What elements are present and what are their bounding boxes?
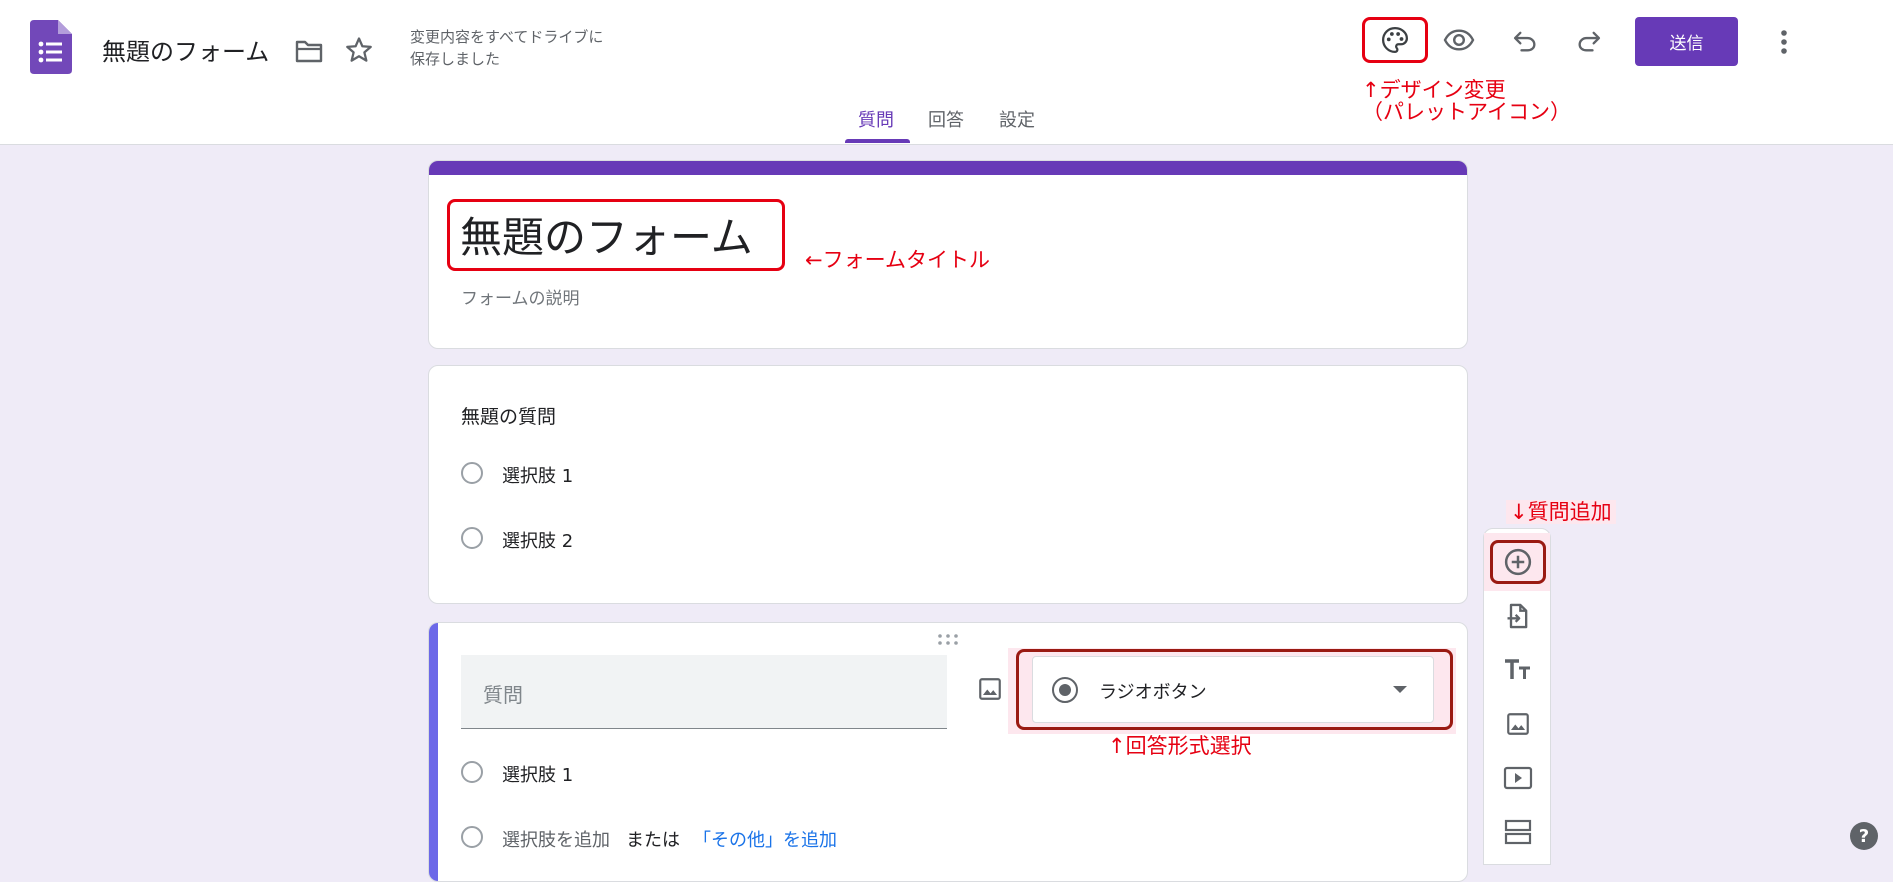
radio-add-option	[461, 826, 483, 848]
add-video-icon[interactable]	[1500, 760, 1536, 796]
undo-icon[interactable]	[1507, 23, 1543, 59]
add-image-to-question-icon[interactable]	[972, 671, 1008, 707]
or-text: または	[626, 830, 680, 851]
import-questions-icon[interactable]	[1500, 598, 1536, 634]
document-title[interactable]: 無題のフォーム	[102, 32, 269, 67]
palette-icon[interactable]	[1377, 22, 1413, 58]
form-title-highlight-box	[447, 199, 785, 271]
option-1-label: 選択肢 1	[502, 466, 574, 487]
option-2-label: 選択肢 2	[502, 531, 574, 552]
question-title-input[interactable]: 質問	[461, 655, 947, 729]
radio-option-q2-1[interactable]	[461, 761, 483, 783]
q2-option-1-label: 選択肢 1	[502, 765, 574, 786]
send-button[interactable]: 送信	[1635, 17, 1738, 66]
eye-icon[interactable]	[1441, 22, 1477, 58]
save-status-line1: 変更内容をすべてドライブに	[410, 28, 604, 46]
add-other-link[interactable]: 「その他」を追加	[693, 826, 837, 852]
radio-option-1[interactable]	[461, 462, 483, 484]
annotation-form-title: ←フォームタイトル	[805, 248, 990, 272]
add-title-icon[interactable]	[1500, 652, 1536, 688]
folder-icon[interactable]	[292, 34, 326, 68]
answer-type-highlight-box	[1016, 649, 1453, 730]
add-option-link[interactable]: 選択肢を追加	[502, 826, 610, 852]
form-description-input[interactable]: フォームの説明	[461, 284, 580, 309]
annotation-add-question: ↓質問追加	[1506, 500, 1616, 524]
active-card-bar	[429, 623, 438, 881]
annotation-palette-line1: ↑デザイン変更	[1362, 78, 1506, 102]
active-tab-indicator	[845, 139, 910, 143]
tab-questions[interactable]: 質問	[858, 106, 894, 132]
floating-toolbar	[1483, 528, 1551, 865]
save-status: 変更内容をすべてドライブに 保存しました	[410, 26, 603, 70]
redo-icon[interactable]	[1571, 23, 1607, 59]
add-section-icon[interactable]	[1500, 814, 1536, 850]
save-status-line2: 保存しました	[410, 50, 501, 68]
radio-option-2[interactable]	[461, 527, 483, 549]
annotation-palette-line2: （パレットアイコン）	[1362, 100, 1571, 124]
tab-responses[interactable]: 回答	[928, 106, 964, 132]
star-icon[interactable]	[341, 32, 377, 68]
question-1-title: 無題の質問	[461, 406, 557, 428]
forms-logo-icon[interactable]	[30, 20, 72, 74]
annotation-answer-type: ↑回答形式選択	[1108, 734, 1252, 758]
drag-handle-icon[interactable]	[937, 632, 959, 646]
tab-settings[interactable]: 設定	[999, 106, 1035, 132]
help-icon-label: ?	[1858, 825, 1870, 847]
question-card-1[interactable]	[428, 365, 1468, 604]
app-header: 無題のフォーム 変更内容をすべてドライブに 保存しました 送信 ↑デザイン変更 …	[0, 0, 1893, 145]
question-title-placeholder: 質問	[483, 683, 523, 707]
more-vert-icon[interactable]	[1766, 24, 1802, 60]
add-question-icon[interactable]	[1500, 544, 1536, 580]
help-icon[interactable]: ?	[1850, 822, 1878, 850]
add-image-icon[interactable]	[1500, 706, 1536, 742]
card-accent-bar	[429, 161, 1467, 175]
